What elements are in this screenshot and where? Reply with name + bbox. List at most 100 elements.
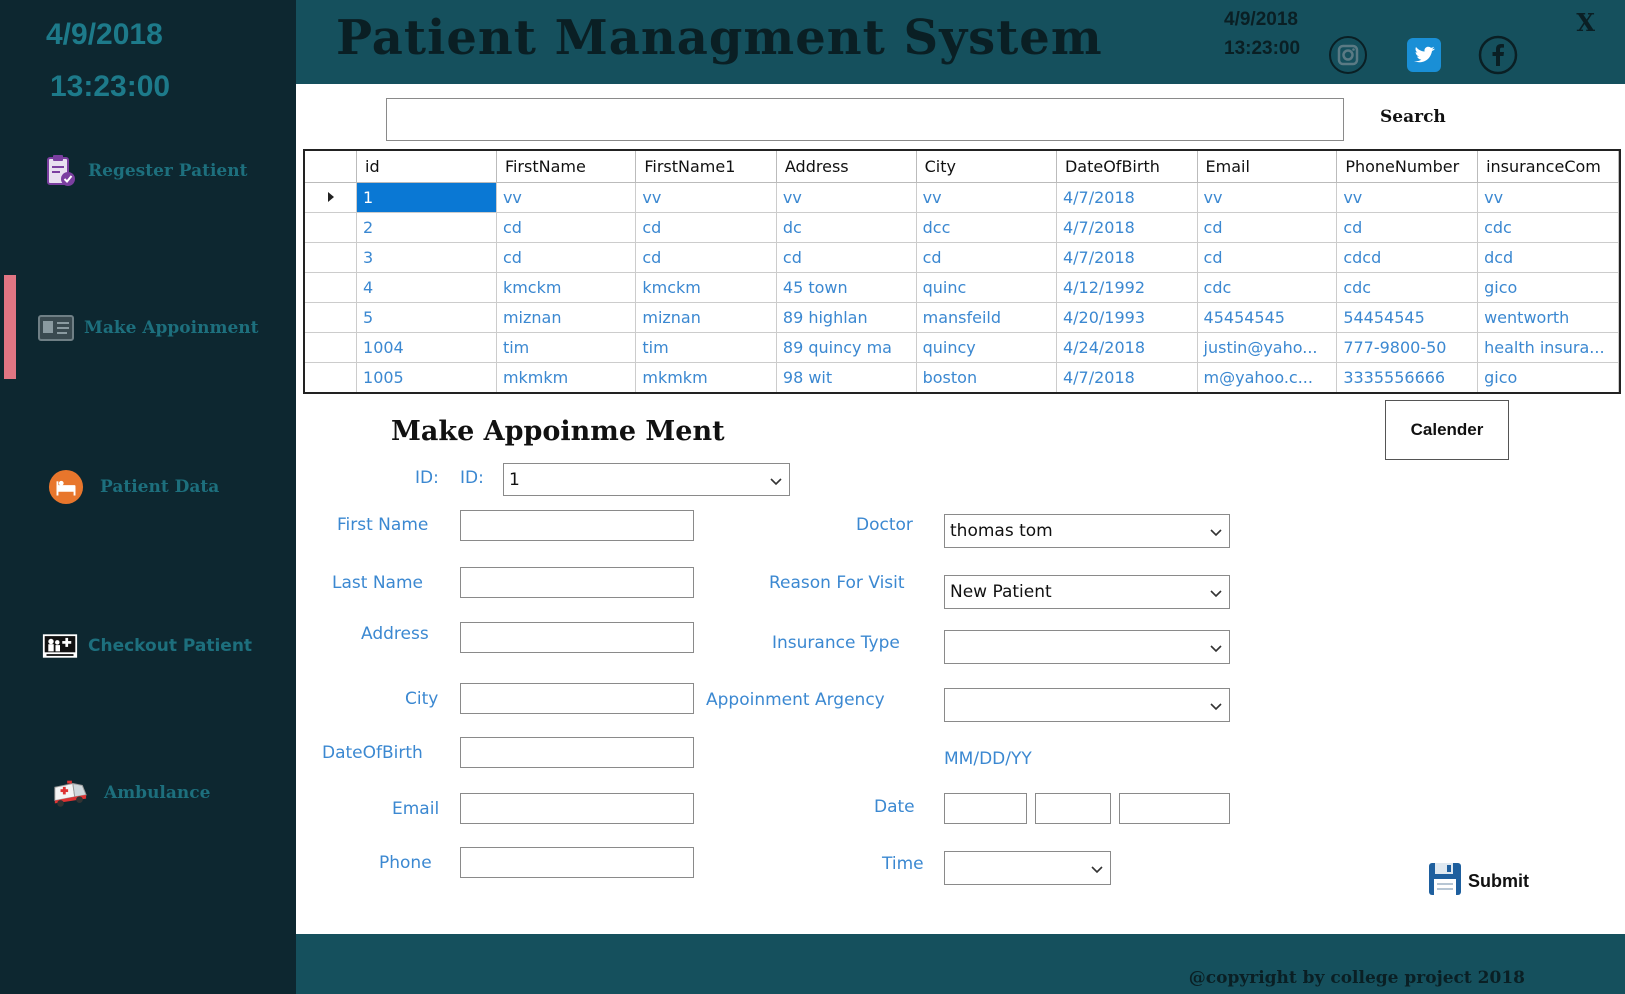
date-month-input[interactable] (944, 793, 1027, 824)
table-row[interactable]: 1004 tim tim 89 quincy ma quincy 4/24/2018 jus… (305, 332, 1619, 363)
date-of-birth-input[interactable] (460, 737, 694, 768)
table-cell[interactable]: boston (916, 362, 1057, 392)
table-cell[interactable]: 3335556666 (1336, 362, 1479, 392)
table-cell[interactable]: 5 (356, 302, 497, 333)
table-cell[interactable]: cd (1336, 212, 1479, 243)
table-cell[interactable]: cdc (1477, 212, 1619, 243)
table-cell[interactable]: vv (635, 182, 777, 213)
table-cell[interactable]: health insura... (1477, 332, 1619, 363)
table-cell[interactable]: 89 highlan (776, 302, 917, 333)
email-input[interactable] (460, 793, 694, 824)
table-cell[interactable]: kmckm (635, 272, 777, 303)
table-cell[interactable]: 4/7/2018 (1056, 182, 1198, 213)
table-cell[interactable]: 89 quincy ma (776, 332, 917, 363)
sidebar-item-patient-data[interactable]: Patient Data (48, 463, 219, 511)
calendar-button[interactable]: Calender (1385, 400, 1509, 460)
table-cell[interactable]: vv (1336, 182, 1479, 213)
table-cell[interactable]: tim (635, 332, 777, 363)
table-cell[interactable]: dcd (1477, 242, 1619, 273)
table-row[interactable]: 5 miznan miznan 89 highlan mansfeild 4/20/199… (305, 302, 1619, 333)
column-header[interactable]: id (356, 151, 497, 183)
table-cell[interactable]: wentworth (1477, 302, 1619, 333)
table-cell[interactable]: mkmkm (635, 362, 777, 392)
search-button[interactable]: Search (1370, 102, 1480, 132)
table-cell[interactable]: vv (1477, 182, 1619, 213)
row-header[interactable] (305, 272, 358, 303)
row-header[interactable] (305, 242, 358, 273)
column-header[interactable]: Email (1197, 151, 1338, 183)
table-row[interactable]: 2 cd cd dc dcc 4/7/2018 cd cd cdc (305, 212, 1619, 243)
date-day-input[interactable] (1035, 793, 1111, 824)
table-cell[interactable]: mkmkm (496, 362, 637, 392)
column-header[interactable]: FirstName1 (635, 151, 777, 183)
table-cell[interactable]: cd (496, 242, 637, 273)
reason-for-visit-select[interactable]: New Patient (944, 575, 1230, 609)
time-select[interactable] (944, 851, 1111, 885)
close-button[interactable]: X (1576, 8, 1595, 37)
city-input[interactable] (460, 683, 694, 714)
table-cell[interactable]: gico (1477, 272, 1619, 303)
doctor-select[interactable]: thomas tom (944, 514, 1230, 548)
table-row[interactable]: 1 vv vv vv vv 4/7/2018 vv vv vv (305, 182, 1619, 213)
table-cell[interactable]: vv (496, 182, 637, 213)
table-cell[interactable]: vv (916, 182, 1057, 213)
column-header[interactable]: City (916, 151, 1057, 183)
last-name-input[interactable] (460, 567, 694, 598)
column-header[interactable]: PhoneNumber (1336, 151, 1479, 183)
table-row[interactable]: 3 cd cd cd cd 4/7/2018 cd cdcd dcd (305, 242, 1619, 273)
table-cell[interactable]: vv (776, 182, 917, 213)
table-cell[interactable]: 2 (356, 212, 497, 243)
sidebar-item-register-patient[interactable]: Regester Patient (42, 147, 247, 195)
table-cell[interactable]: 4/12/1992 (1056, 272, 1198, 303)
table-cell[interactable]: 1004 (356, 332, 497, 363)
table-cell[interactable]: quinc (916, 272, 1057, 303)
sidebar-item-checkout-patient[interactable]: Checkout Patient (42, 622, 252, 670)
first-name-input[interactable] (460, 510, 694, 541)
insurance-type-select[interactable] (944, 630, 1230, 664)
row-header[interactable] (305, 302, 358, 333)
facebook-link[interactable] (1478, 35, 1518, 77)
table-cell[interactable]: cd (496, 212, 637, 243)
table-cell[interactable]: cd (1197, 242, 1338, 273)
table-cell[interactable]: gico (1477, 362, 1619, 392)
date-year-input[interactable] (1119, 793, 1230, 824)
table-cell[interactable]: 1005 (356, 362, 497, 392)
table-row[interactable]: 4 kmckm kmckm 45 town quinc 4/12/1992 cdc cdc gi… (305, 272, 1619, 303)
instagram-link[interactable] (1328, 36, 1368, 77)
table-cell[interactable]: 45454545 (1197, 302, 1338, 333)
submit-button[interactable]: Submit (1428, 862, 1529, 900)
table-cell[interactable]: 3 (356, 242, 497, 273)
table-cell[interactable]: quincy (916, 332, 1057, 363)
column-header[interactable]: FirstName (496, 151, 637, 183)
table-cell[interactable]: 54454545 (1336, 302, 1479, 333)
table-cell[interactable]: dc (776, 212, 917, 243)
table-cell[interactable]: justin@yaho... (1197, 332, 1338, 363)
column-header[interactable]: Address (776, 151, 917, 183)
table-cell[interactable]: mansfeild (916, 302, 1057, 333)
patient-data-grid[interactable]: id FirstName FirstName1 Address City Dat… (303, 149, 1621, 394)
table-cell[interactable]: miznan (496, 302, 637, 333)
row-header[interactable] (305, 212, 358, 243)
table-cell[interactable]: m@yahoo.c... (1197, 362, 1338, 392)
row-header[interactable] (305, 362, 358, 392)
column-header[interactable]: DateOfBirth (1056, 151, 1198, 183)
table-cell[interactable]: 45 town (776, 272, 917, 303)
phone-input[interactable] (460, 847, 694, 878)
table-cell[interactable]: 777-9800-50 (1336, 332, 1479, 363)
table-cell[interactable]: 98 wit (776, 362, 917, 392)
table-cell[interactable]: 4/7/2018 (1056, 242, 1198, 273)
sidebar-item-make-appointment[interactable]: Make Appoinment (38, 304, 258, 352)
sidebar-item-ambulance[interactable]: Ambulance (52, 769, 210, 817)
appointment-urgency-select[interactable] (944, 688, 1230, 722)
search-input[interactable] (386, 98, 1344, 141)
table-cell[interactable]: miznan (635, 302, 777, 333)
id-select[interactable]: 1 (503, 463, 790, 496)
address-input[interactable] (460, 622, 694, 653)
column-header[interactable]: insuranceCom (1477, 151, 1619, 183)
table-cell[interactable]: dcc (916, 212, 1057, 243)
table-cell[interactable]: cd (916, 242, 1057, 273)
twitter-link[interactable] (1404, 37, 1444, 77)
row-header[interactable] (305, 332, 358, 363)
table-cell[interactable]: 4/24/2018 (1056, 332, 1198, 363)
table-cell[interactable]: kmckm (496, 272, 637, 303)
